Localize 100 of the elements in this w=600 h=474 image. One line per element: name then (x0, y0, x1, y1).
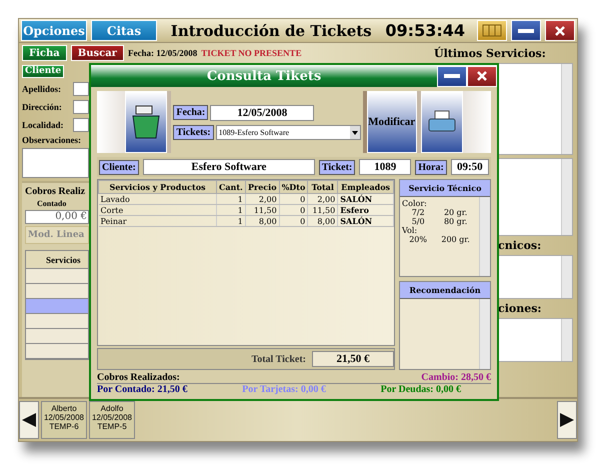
ticket-select[interactable]: 1089-Esfero Software (216, 124, 361, 140)
payment-amount: Por Deudas: 0,00 € (380, 384, 461, 395)
ticket-field[interactable]: 1089 (359, 159, 412, 175)
field-label: Dirección: (22, 102, 62, 112)
input-field[interactable] (73, 82, 89, 96)
table-cell: 1 (216, 204, 246, 216)
close-button[interactable] (467, 66, 497, 86)
scrollbar[interactable] (561, 64, 572, 154)
table-cell: 8,00 (245, 216, 280, 226)
table-cell: Peinar (98, 216, 216, 226)
table-cell: 8,00 (308, 216, 338, 226)
ticket-status: TICKET NO PRESENTE (201, 48, 302, 58)
table-cell: SALÓN (338, 194, 394, 204)
time-label: Hora: (415, 160, 447, 174)
ticket-tab[interactable]: Alberto 12/05/2008 TEMP-6 (41, 401, 87, 439)
tech-amount: 200 gr. (441, 235, 470, 244)
panel-title: Servicio Técnico (400, 180, 490, 197)
menu-button[interactable]: Citas (91, 20, 157, 41)
table-cell: 2,00 (308, 194, 338, 204)
clock: 09:53:44 (385, 21, 465, 40)
delete-button[interactable] (125, 91, 168, 153)
change-amount: Cambio: 28,50 € (421, 372, 491, 383)
date-label: Fecha: 12/05/2008 (128, 48, 198, 58)
table-row[interactable] (26, 299, 88, 314)
column-header: Servicios y Productos (98, 180, 216, 194)
table-cell: 11,50 (245, 204, 280, 216)
scrollbar[interactable] (561, 256, 572, 298)
window-title: Introducción de Tickets (170, 22, 373, 40)
ticket-tab[interactable]: Adolfo 12/05/2008 TEMP-5 (89, 401, 135, 439)
cash-field[interactable]: 0,00 € (25, 210, 89, 224)
minimize-button[interactable] (437, 66, 467, 86)
print-button[interactable] (420, 91, 463, 153)
text-area[interactable] (498, 255, 573, 299)
column-header: %Dto (279, 180, 308, 194)
table-cell: 1 (216, 216, 246, 226)
text-area[interactable] (498, 318, 573, 362)
date-field[interactable]: 12/05/2008 (210, 104, 314, 120)
tech-label: Vol: (402, 226, 418, 235)
total-field: 21,50 € (312, 351, 394, 367)
notes-field[interactable] (22, 148, 89, 178)
minimize-icon (518, 28, 534, 32)
column-header: Precio (245, 180, 280, 194)
layout-button[interactable] (477, 20, 507, 41)
tech-amount: 20 gr. (444, 208, 468, 217)
tickets-label: Tickets: (173, 124, 214, 140)
cash-label: Contado (36, 199, 68, 208)
tech-value: 20% (409, 235, 427, 244)
section-label: cnicos: (498, 239, 542, 252)
close-icon (555, 26, 565, 36)
scrollbar[interactable] (561, 319, 572, 361)
next-button[interactable] (557, 401, 577, 439)
panel-title: Recomendación (400, 282, 490, 299)
table-cell: Lavado (98, 194, 216, 204)
input-field[interactable] (73, 118, 89, 132)
right-arrow-icon (560, 413, 574, 427)
notes-label: Observaciones: (22, 135, 82, 145)
field-label: Localidad: (22, 120, 64, 130)
close-button[interactable] (545, 20, 575, 41)
column-header: Cant. (216, 180, 246, 194)
tech-amount: 80 gr. (444, 217, 468, 226)
table-cell: 0 (279, 216, 308, 226)
section-label: ciones: (498, 302, 542, 315)
left-arrow-icon (22, 413, 36, 427)
scrollbar[interactable] (561, 159, 572, 235)
bin-icon (130, 104, 162, 140)
tech-label: Color: (402, 199, 428, 208)
close-icon (477, 71, 487, 81)
columns-icon (482, 24, 502, 37)
scrollbar[interactable] (479, 298, 490, 369)
minimize-button[interactable] (511, 20, 541, 41)
field-label: Apellidos: (22, 84, 62, 94)
table-cell: 0 (279, 204, 308, 216)
tech-value: 7/2 (412, 208, 425, 217)
previous-button[interactable] (19, 401, 39, 439)
section-label: Últimos Servicios: (434, 47, 547, 60)
client-field[interactable]: Esfero Software (142, 159, 315, 175)
column-header: Empleados (338, 180, 394, 194)
payment-amount: Por Contado: 21,50 € (97, 384, 188, 395)
client-label: Cliente: (99, 160, 139, 174)
menu-button[interactable]: Opciones (21, 20, 87, 41)
table-cell: 0 (279, 194, 308, 204)
scrollbar[interactable] (479, 197, 490, 276)
table-cell: Corte (98, 204, 216, 216)
text-area[interactable] (498, 158, 573, 236)
tech-value: 5/0 (412, 217, 425, 226)
payment-amount: Por Tarjetas: 0,00 € (242, 384, 326, 395)
table-header: Servicios (26, 251, 88, 269)
toolbar-button[interactable]: Ficha (22, 45, 67, 61)
modify-button[interactable]: Modificar (366, 91, 417, 153)
total-label: Total Ticket: (251, 354, 306, 364)
time-field[interactable]: 09:50 (450, 159, 489, 175)
column-header: Total (308, 180, 338, 194)
toolbar-button[interactable]: Buscar (70, 45, 124, 61)
client-tab[interactable]: Cliente (22, 65, 64, 78)
table-cell: SALÓN (338, 216, 394, 226)
payments-title: Cobros Realizados: (97, 372, 180, 383)
table-cell: Esfero (338, 204, 394, 216)
input-field[interactable] (73, 100, 89, 114)
dialog-title: Consulta Tikets (206, 68, 322, 84)
payments-heading: Cobros Realiz (25, 186, 86, 197)
